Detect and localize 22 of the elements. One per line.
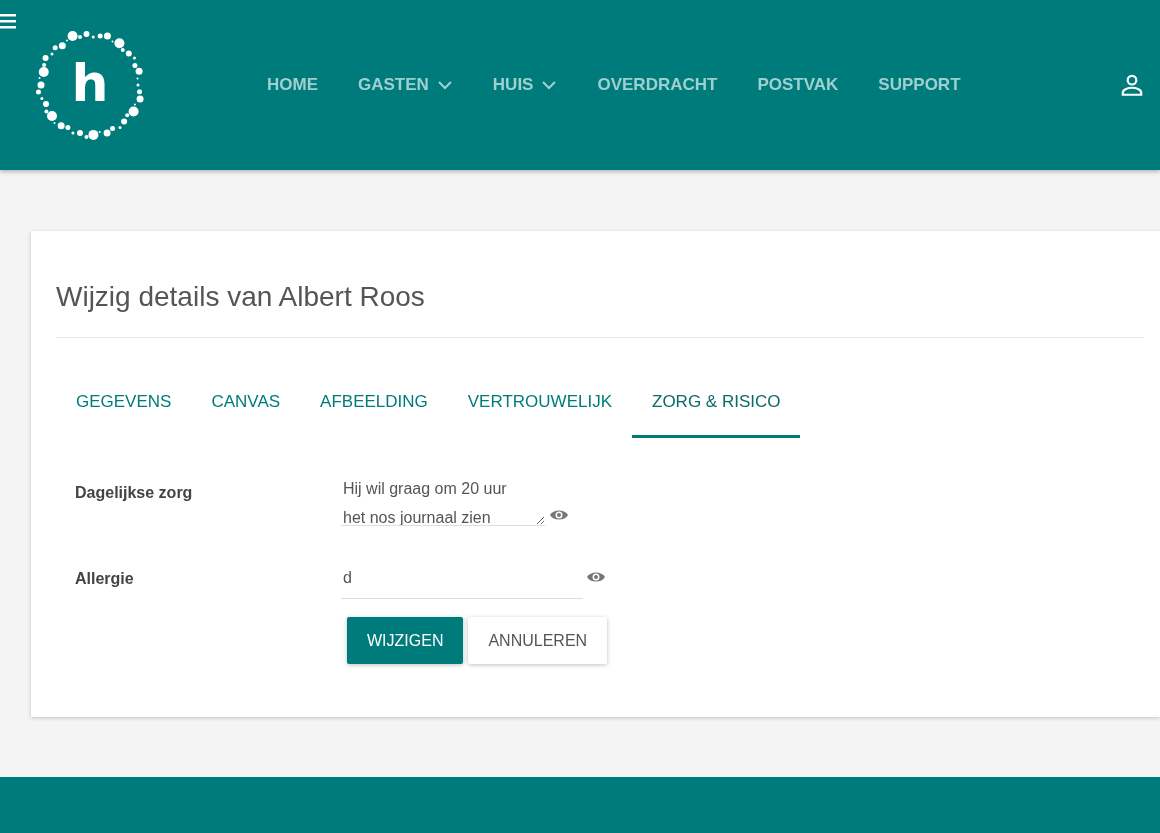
chevron-down-icon <box>436 80 453 90</box>
user-icon[interactable] <box>1119 72 1145 98</box>
nav-link[interactable]: SUPPORT <box>878 75 961 95</box>
nav-link[interactable]: HUIS <box>492 75 558 95</box>
field-label: Allergie <box>75 569 135 588</box>
page-title: Wijzig details van Albert Roos <box>56 231 1144 338</box>
nav-link[interactable]: HOME <box>267 75 318 95</box>
nav-link[interactable]: OVERDRACHT <box>597 75 718 95</box>
tab[interactable]: VERTROUWELIJK <box>447 376 632 438</box>
logo[interactable]: h <box>30 25 150 145</box>
eye-icon[interactable] <box>549 508 569 522</box>
tab[interactable]: GEGEVENS <box>56 376 192 438</box>
nav-link[interactable]: GASTEN <box>358 75 453 95</box>
menu-button[interactable] <box>0 12 16 32</box>
chevron-down-icon <box>541 80 558 90</box>
tab[interactable]: AFBEELDING <box>300 376 448 438</box>
tab[interactable]: ZORG & RISICO <box>632 376 801 438</box>
cancel-button[interactable]: ANNULEREN <box>468 617 608 664</box>
tab[interactable]: CANVAS <box>191 376 301 438</box>
save-button[interactable]: WIJZIGEN <box>347 617 464 664</box>
field-label: Dagelijkse zorg <box>75 483 194 502</box>
nav-link[interactable]: POSTVAK <box>757 75 839 95</box>
